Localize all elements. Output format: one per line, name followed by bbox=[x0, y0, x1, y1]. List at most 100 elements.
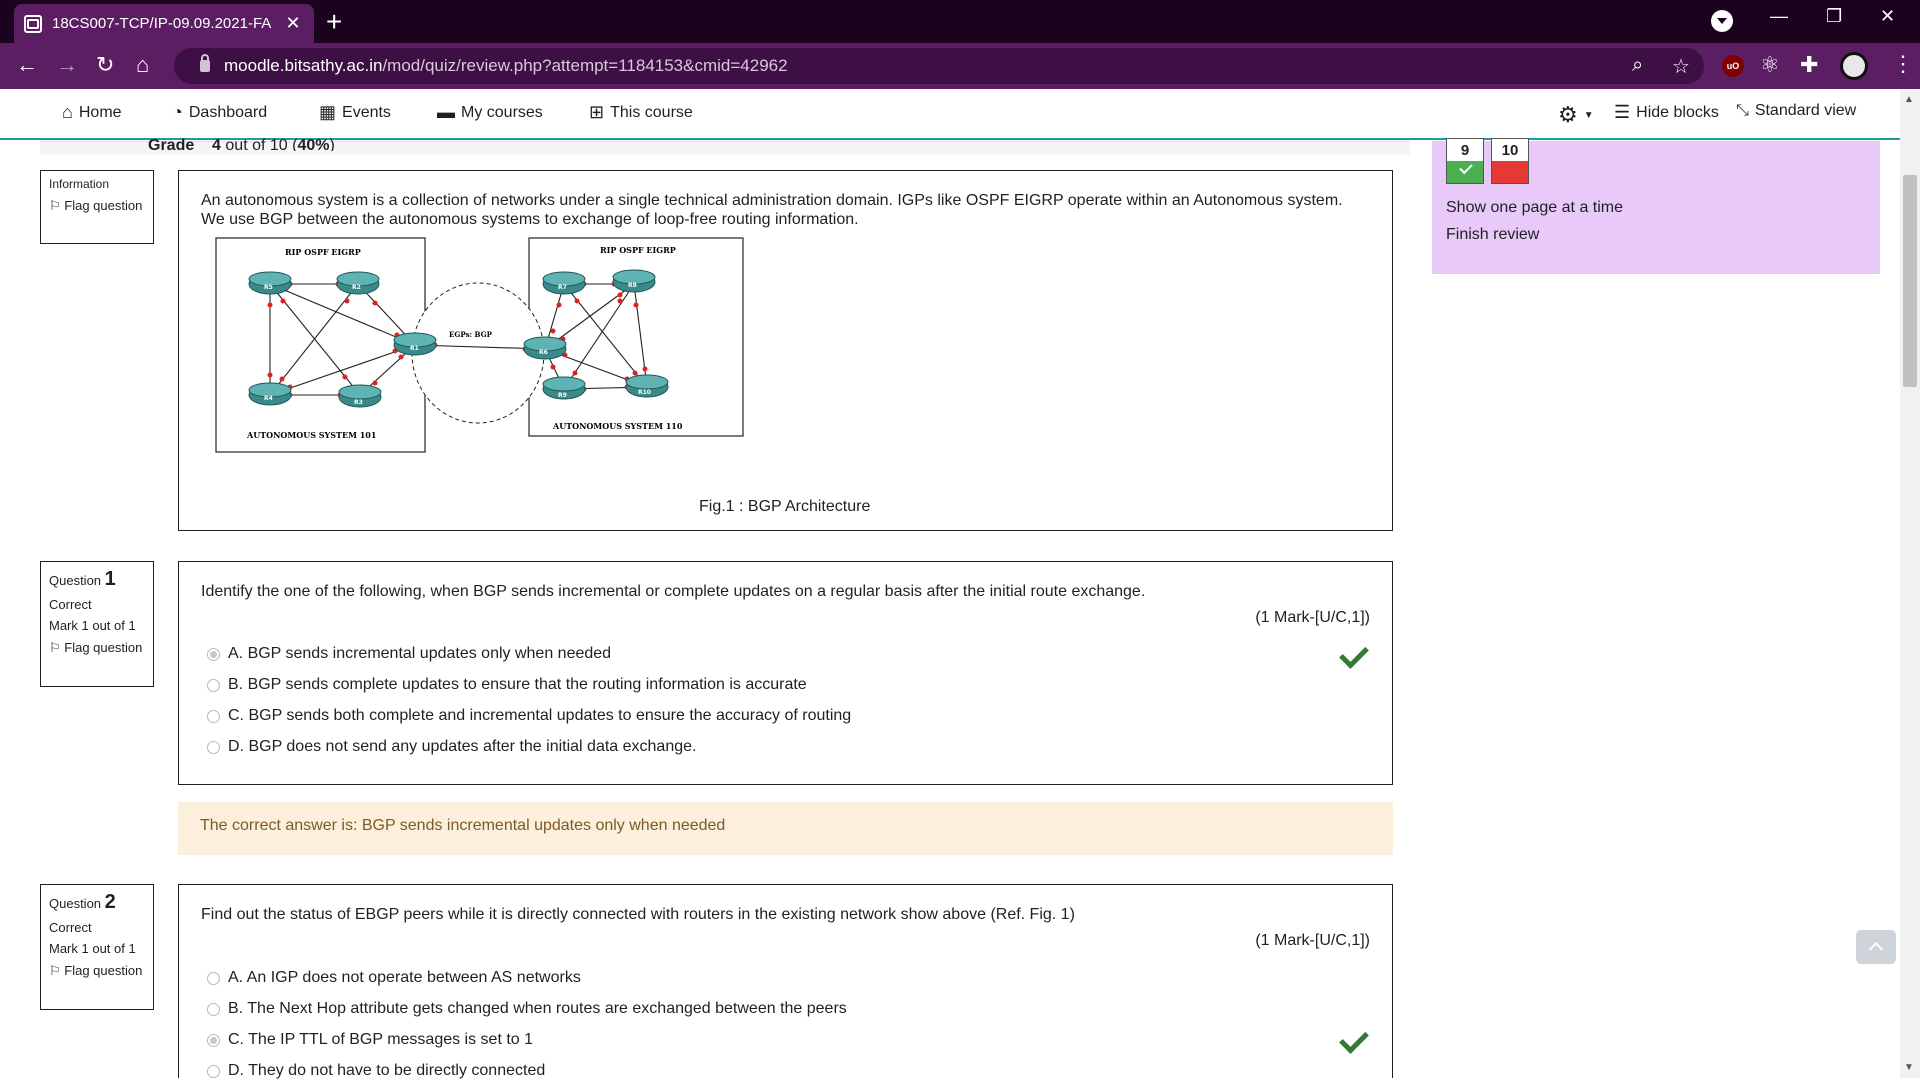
profile-avatar[interactable] bbox=[1840, 52, 1868, 80]
option-label: A. An IGP does not operate between AS ne… bbox=[228, 969, 581, 986]
router-r4: R4 bbox=[248, 382, 292, 406]
router-r9: R9 bbox=[542, 376, 586, 400]
reload-icon[interactable]: ↻ bbox=[96, 52, 114, 78]
nav-home[interactable]: ⌂ Home bbox=[62, 102, 122, 123]
question-number-value: 1 bbox=[104, 568, 116, 590]
router-r5: R5 bbox=[248, 271, 292, 295]
info-label: Information bbox=[49, 177, 110, 191]
router-label: R8 bbox=[628, 282, 637, 289]
moodle-favicon-icon bbox=[24, 14, 42, 33]
close-tab-icon[interactable]: ✕ bbox=[282, 13, 304, 34]
radio[interactable] bbox=[207, 709, 220, 723]
flag-question[interactable]: ⚐ Flag question bbox=[49, 964, 145, 978]
moodle-navbar: ⌂ Home ◔ Dashboard ▦ Events ▬ My courses… bbox=[0, 89, 1900, 140]
home-icon[interactable]: ⌂ bbox=[136, 52, 149, 78]
nav-this-course[interactable]: ⊞ This course bbox=[589, 102, 693, 123]
radio[interactable] bbox=[207, 1002, 220, 1016]
as-left-title: RIP OSPF EIGRP bbox=[285, 247, 361, 257]
minimize-icon[interactable]: — bbox=[1770, 6, 1788, 27]
option-label: D. They do not have to be directly conne… bbox=[228, 1062, 546, 1079]
router-label: R1 bbox=[410, 345, 419, 352]
close-window-icon[interactable]: ✕ bbox=[1880, 6, 1895, 27]
nav-my-courses[interactable]: ▬ My courses bbox=[437, 102, 543, 123]
flag-icon: ⚐ bbox=[49, 640, 61, 655]
question-status: Correct bbox=[49, 920, 92, 935]
scrollbar-thumb[interactable] bbox=[1903, 175, 1917, 387]
as-right-title: RIP OSPF EIGRP bbox=[600, 245, 676, 255]
egp-cloud bbox=[411, 282, 545, 424]
as-right-label: AUTONOMOUS SYSTEM 110 bbox=[552, 421, 683, 431]
router-r8: R8 bbox=[612, 269, 656, 293]
react-devtools-icon[interactable]: ⚛ bbox=[1760, 52, 1780, 78]
correct-check-icon bbox=[1339, 1024, 1369, 1054]
option-a[interactable]: A. BGP sends incremental updates only wh… bbox=[207, 645, 611, 663]
info-text: An autonomous system is a collection of … bbox=[201, 192, 1343, 228]
flag-question[interactable]: ⚐ Flag question bbox=[49, 641, 145, 655]
nav-dashboard[interactable]: ◔ Dashboard bbox=[172, 102, 267, 123]
flag-question[interactable]: ⚐ Flag question bbox=[49, 199, 145, 213]
forward-arrow-icon[interactable]: → bbox=[56, 52, 78, 78]
option-b[interactable]: B. The Next Hop attribute gets changed w… bbox=[207, 1000, 847, 1018]
radio[interactable] bbox=[207, 740, 220, 754]
back-to-top-button[interactable] bbox=[1856, 930, 1896, 964]
figure-caption: Fig.1 : BGP Architecture bbox=[699, 498, 871, 515]
url-input[interactable]: moodle.bitsathy.ac.in /mod/quiz/review.p… bbox=[174, 48, 1704, 84]
standard-view-label: Standard view bbox=[1754, 102, 1857, 119]
quiz-nav-button-10[interactable]: 10 bbox=[1491, 138, 1529, 184]
correct-status-icon bbox=[1447, 161, 1483, 183]
lock-icon[interactable] bbox=[200, 54, 210, 72]
settings-menu[interactable]: ⚙ ▼ bbox=[1558, 102, 1594, 128]
scroll-down-icon[interactable]: ▼ bbox=[1904, 1062, 1914, 1073]
router-r3: R3 bbox=[338, 384, 382, 408]
option-d[interactable]: D. They do not have to be directly conne… bbox=[207, 1062, 545, 1080]
restore-icon[interactable]: ❐ bbox=[1826, 6, 1842, 27]
new-tab-icon[interactable]: + bbox=[326, 8, 342, 36]
ublock-icon[interactable]: uO bbox=[1722, 55, 1744, 77]
question-number: Question 1 bbox=[49, 568, 145, 591]
radio[interactable] bbox=[207, 678, 220, 692]
url-host: moodle.bitsathy.ac.in bbox=[224, 56, 383, 75]
question-number: Question 2 bbox=[49, 891, 145, 914]
flag-label: Flag question bbox=[64, 640, 143, 655]
radio-selected[interactable] bbox=[207, 647, 220, 661]
flag-label: Flag question bbox=[64, 198, 143, 213]
option-c[interactable]: C. The IP TTL of BGP messages is set to … bbox=[207, 1031, 533, 1049]
tab-title: 18CS007-TCP/IP-09.09.2021-FA-I bbox=[52, 15, 272, 32]
option-c[interactable]: C. BGP sends both complete and increment… bbox=[207, 707, 851, 725]
router-r10: R10 bbox=[625, 374, 669, 398]
flag-icon: ⚐ bbox=[49, 198, 61, 213]
back-arrow-icon[interactable]: ← bbox=[16, 52, 38, 78]
standard-view-button[interactable]: ⤡ Standard view bbox=[1736, 102, 1856, 120]
option-a[interactable]: A. An IGP does not operate between AS ne… bbox=[207, 969, 581, 987]
option-d[interactable]: D. BGP does not send any updates after t… bbox=[207, 738, 696, 756]
show-one-page-link[interactable]: Show one page at a time bbox=[1446, 199, 1623, 217]
router-label: R10 bbox=[638, 389, 651, 396]
flag-label: Flag question bbox=[64, 963, 143, 978]
nav-this-course-label: This course bbox=[610, 103, 693, 121]
browser-tab[interactable]: 18CS007-TCP/IP-09.09.2021-FA-I ✕ bbox=[14, 4, 314, 43]
quiz-nav-button-9[interactable]: 9 bbox=[1446, 138, 1484, 184]
calendar-icon: ▦ bbox=[319, 102, 337, 122]
zoom-icon[interactable]: ⌕ bbox=[1632, 54, 1643, 77]
question-text: Find out the status of EBGP peers while … bbox=[201, 906, 1075, 923]
router-r7: R7 bbox=[542, 271, 586, 295]
star-icon[interactable]: ☆ bbox=[1672, 54, 1690, 79]
router-r2: R2 bbox=[336, 271, 380, 295]
tab-search-icon[interactable] bbox=[1711, 10, 1733, 32]
finish-review-link[interactable]: Finish review bbox=[1446, 226, 1539, 244]
menu-icon[interactable]: ⋮ bbox=[1892, 51, 1914, 77]
radio-selected[interactable] bbox=[207, 1033, 220, 1047]
hide-blocks-button[interactable]: ☰ Hide blocks bbox=[1614, 102, 1719, 123]
scroll-up-icon[interactable]: ▲ bbox=[1904, 94, 1914, 105]
nav-events[interactable]: ▦ Events bbox=[319, 102, 391, 123]
radio[interactable] bbox=[207, 1064, 220, 1078]
radio[interactable] bbox=[207, 971, 220, 985]
router-r1: R1 bbox=[393, 332, 437, 356]
address-bar-row: ← → ↻ ⌂ moodle.bitsathy.ac.in /mod/quiz/… bbox=[0, 43, 1920, 89]
question-1-content: Identify the one of the following, when … bbox=[178, 561, 1393, 785]
router-label: R2 bbox=[352, 284, 361, 291]
question-marks: (1 Mark-[U/C,1]) bbox=[1255, 932, 1370, 949]
extensions-icon[interactable]: ✚ bbox=[1800, 52, 1818, 78]
option-label: B. BGP sends complete updates to ensure … bbox=[228, 676, 807, 693]
option-b[interactable]: B. BGP sends complete updates to ensure … bbox=[207, 676, 807, 694]
